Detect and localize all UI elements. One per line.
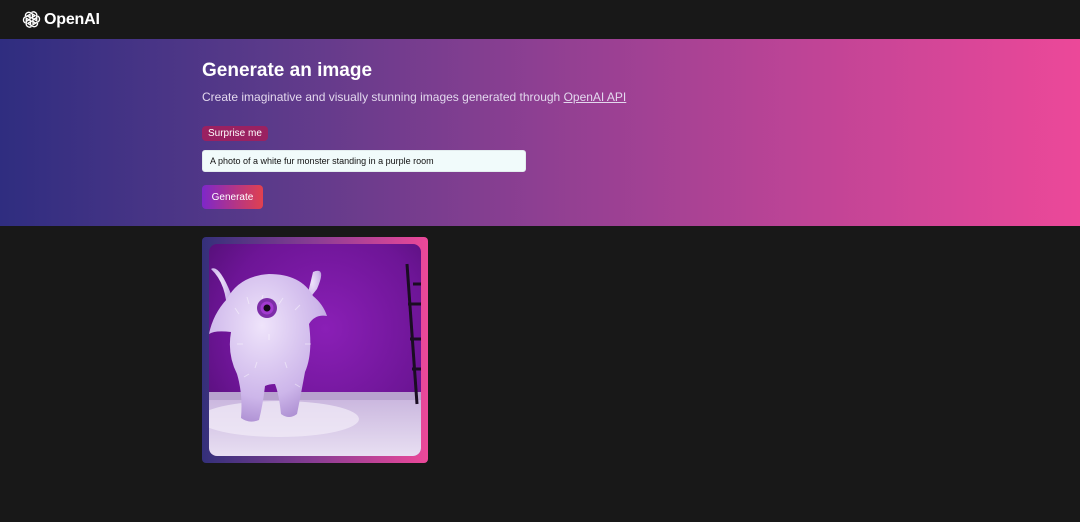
generate-button[interactable]: Generate bbox=[202, 185, 263, 209]
top-bar: OpenAI bbox=[0, 0, 1080, 39]
page-subtitle: Create imaginative and visually stunning… bbox=[202, 90, 626, 104]
brand-link[interactable]: OpenAI bbox=[22, 10, 100, 29]
page-title: Generate an image bbox=[202, 60, 373, 81]
openai-logo-icon bbox=[22, 10, 41, 29]
page-subtitle-text: Create imaginative and visually stunning… bbox=[202, 90, 564, 104]
generated-image-card bbox=[202, 237, 428, 463]
hero-section: Generate an image Create imaginative and… bbox=[0, 39, 1080, 226]
generated-image[interactable] bbox=[209, 244, 421, 456]
surprise-me-button[interactable]: Surprise me bbox=[202, 126, 268, 141]
openai-api-link[interactable]: OpenAI API bbox=[564, 90, 627, 104]
brand-name: OpenAI bbox=[44, 10, 100, 28]
prompt-input[interactable] bbox=[202, 150, 526, 172]
generated-image-artwork bbox=[209, 244, 421, 456]
